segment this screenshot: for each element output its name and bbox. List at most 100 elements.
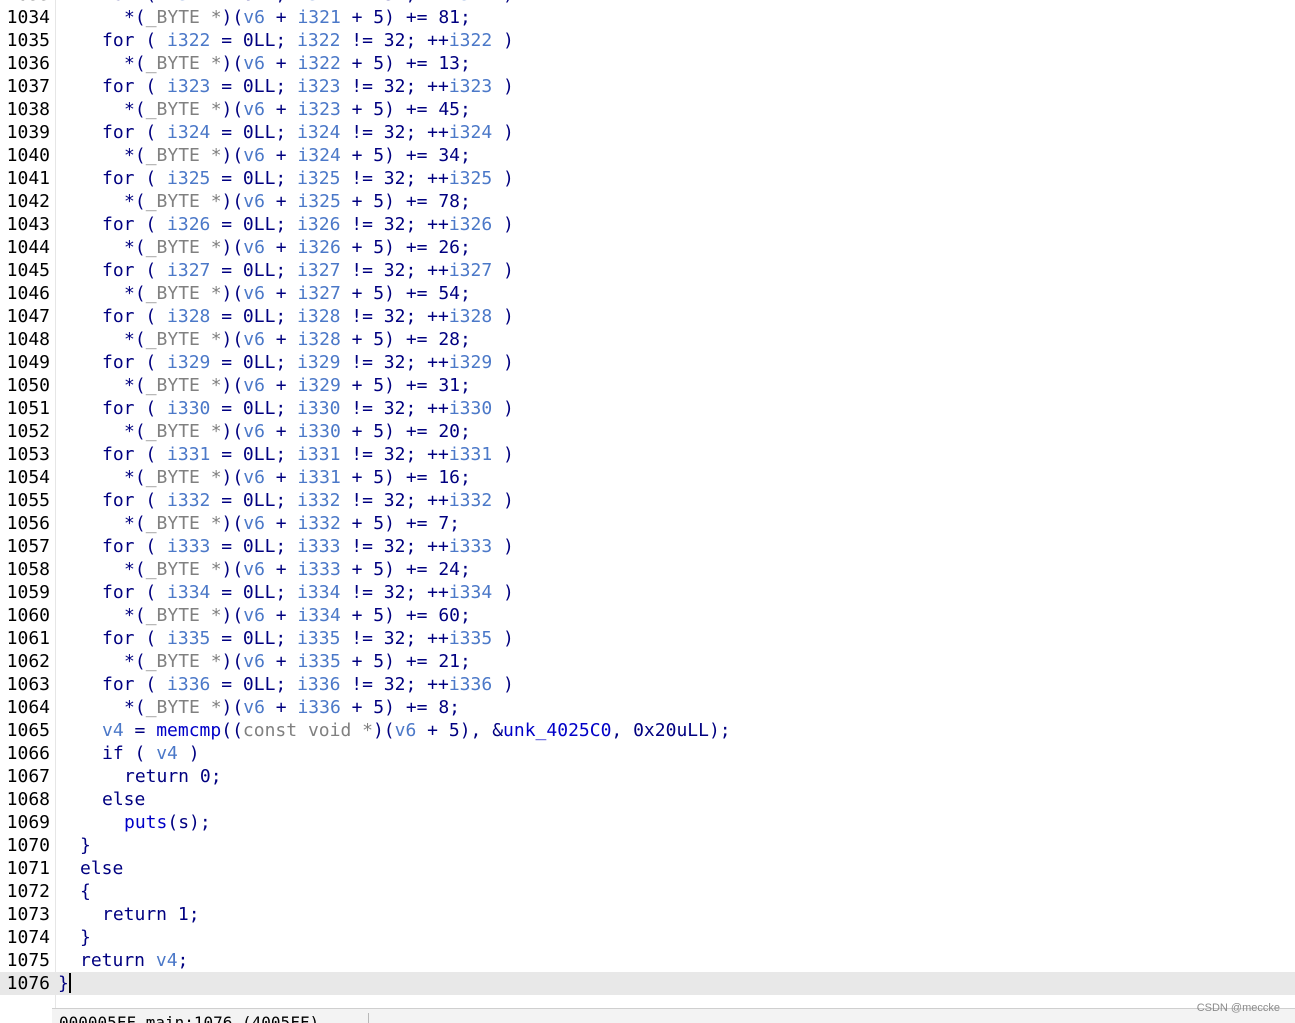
line-source[interactable]: *(_BYTE *)(v6 + i324 + 5) += 34; — [124, 144, 471, 167]
line-source[interactable]: *(_BYTE *)(v6 + i329 + 5) += 31; — [124, 374, 471, 397]
type-name[interactable]: _BYTE * — [146, 421, 222, 442]
type-name[interactable]: _BYTE * — [146, 53, 222, 74]
loop-variable[interactable]: i333 — [167, 536, 210, 557]
line-source[interactable]: *(_BYTE *)(v6 + i330 + 5) += 20; — [124, 420, 471, 443]
code-line[interactable]: 1067 return 0; — [0, 765, 1295, 788]
code-token[interactable]: + — [265, 421, 298, 442]
code-token[interactable]: = 0LL; — [210, 536, 297, 557]
loop-variable[interactable]: i325 — [297, 191, 340, 212]
code-text[interactable]: return 1; — [102, 904, 200, 925]
code-token[interactable]: + 5) += 26; — [341, 237, 471, 258]
type-name[interactable]: _BYTE * — [146, 375, 222, 396]
loop-variable[interactable]: i321 — [449, 0, 492, 5]
code-token[interactable]: + — [265, 237, 298, 258]
code-token[interactable]: *( — [124, 237, 146, 258]
function-memcmp[interactable]: memcmp — [156, 720, 221, 741]
keyword-for[interactable]: for ( — [102, 628, 167, 649]
loop-variable[interactable]: i334 — [297, 605, 340, 626]
loop-variable[interactable]: i328 — [167, 306, 210, 327]
code-line[interactable]: 1037 for ( i323 = 0LL; i323 != 32; ++i323… — [0, 75, 1295, 98]
variable-v6[interactable]: v6 — [243, 697, 265, 718]
loop-variable[interactable]: i326 — [297, 237, 340, 258]
variable-v6[interactable]: v6 — [243, 605, 265, 626]
code-token[interactable]: )( — [373, 720, 395, 741]
keyword-for[interactable]: for ( — [102, 490, 167, 511]
code-token[interactable]: )( — [222, 421, 244, 442]
code-token[interactable]: *( — [124, 53, 146, 74]
code-line[interactable]: 1041 for ( i325 = 0LL; i325 != 32; ++i325… — [0, 167, 1295, 190]
code-line[interactable]: 1058 *(_BYTE *)(v6 + i333 + 5) += 24; — [0, 558, 1295, 581]
line-source[interactable]: for ( i322 = 0LL; i322 != 32; ++i322 ) — [102, 29, 514, 52]
code-token[interactable]: = — [124, 720, 157, 741]
code-token[interactable]: != 32; ++ — [340, 674, 449, 695]
code-token[interactable]: )( — [222, 237, 244, 258]
keyword-for[interactable]: for ( — [102, 30, 167, 51]
code-token[interactable]: + — [265, 99, 298, 120]
loop-variable[interactable]: i325 — [167, 168, 210, 189]
variable-v6[interactable]: v6 — [243, 283, 265, 304]
line-source[interactable]: for ( i332 = 0LL; i332 != 32; ++i332 ) — [102, 489, 514, 512]
line-source[interactable]: } — [80, 926, 91, 949]
code-text[interactable]: else — [102, 789, 145, 810]
code-line[interactable]: 1052 *(_BYTE *)(v6 + i330 + 5) += 20; — [0, 420, 1295, 443]
code-line[interactable]: 1066 if ( v4 ) — [0, 742, 1295, 765]
code-token[interactable]: != 32; ++ — [340, 536, 449, 557]
code-token[interactable]: + — [265, 697, 298, 718]
loop-variable[interactable]: i322 — [297, 30, 340, 51]
code-line[interactable]: 1047 for ( i328 = 0LL; i328 != 32; ++i328… — [0, 305, 1295, 328]
loop-variable[interactable]: i331 — [297, 467, 340, 488]
variable-v6[interactable]: v6 — [243, 329, 265, 350]
loop-variable[interactable]: i336 — [297, 674, 340, 695]
type-name[interactable]: _BYTE * — [146, 329, 222, 350]
code-token[interactable]: ) — [492, 536, 514, 557]
loop-variable[interactable]: i328 — [297, 329, 340, 350]
code-token[interactable]: + — [265, 145, 298, 166]
code-token[interactable]: )( — [222, 7, 244, 28]
code-token[interactable]: *( — [124, 421, 146, 442]
code-token[interactable]: != 32; ++ — [340, 444, 449, 465]
line-source[interactable]: for ( i336 = 0LL; i336 != 32; ++i336 ) — [102, 673, 514, 696]
keyword-for[interactable]: for ( — [102, 306, 167, 327]
code-line[interactable]: 1045 for ( i327 = 0LL; i327 != 32; ++i327… — [0, 259, 1295, 282]
code-token[interactable]: + — [265, 651, 298, 672]
loop-variable[interactable]: i334 — [449, 582, 492, 603]
type-name[interactable]: _BYTE * — [146, 283, 222, 304]
loop-variable[interactable]: i322 — [167, 30, 210, 51]
loop-variable[interactable]: i325 — [449, 168, 492, 189]
loop-variable[interactable]: i326 — [297, 214, 340, 235]
code-token[interactable]: = 0LL; — [210, 76, 297, 97]
code-token[interactable]: = 0LL; — [210, 168, 297, 189]
loop-variable[interactable]: i333 — [297, 536, 340, 557]
line-source[interactable]: *(_BYTE *)(v6 + i325 + 5) += 78; — [124, 190, 471, 213]
loop-variable[interactable]: i322 — [449, 30, 492, 51]
code-token[interactable]: != 32; ++ — [340, 0, 449, 5]
type-name[interactable]: _BYTE * — [146, 99, 222, 120]
loop-variable[interactable]: i331 — [167, 444, 210, 465]
code-token[interactable]: = 0LL; — [210, 214, 297, 235]
code-line[interactable]: 1065 v4 = memcmp((const void *)(v6 + 5), … — [0, 719, 1295, 742]
line-source[interactable]: for ( i327 = 0LL; i327 != 32; ++i327 ) — [102, 259, 514, 282]
loop-variable[interactable]: i327 — [449, 260, 492, 281]
code-line[interactable]: 1042 *(_BYTE *)(v6 + i325 + 5) += 78; — [0, 190, 1295, 213]
type-name[interactable]: const void * — [243, 720, 373, 741]
code-line[interactable]: 1051 for ( i330 = 0LL; i330 != 32; ++i330… — [0, 397, 1295, 420]
loop-variable[interactable]: i336 — [167, 674, 210, 695]
type-name[interactable]: _BYTE * — [146, 191, 222, 212]
code-token[interactable]: = 0LL; — [210, 582, 297, 603]
line-source[interactable]: return 1; — [102, 903, 200, 926]
loop-variable[interactable]: i330 — [297, 398, 340, 419]
keyword-for[interactable]: for ( — [102, 582, 167, 603]
code-token[interactable]: , 0x20uLL); — [611, 720, 730, 741]
line-source[interactable]: for ( i331 = 0LL; i331 != 32; ++i331 ) — [102, 443, 514, 466]
keyword-for[interactable]: for ( — [102, 352, 167, 373]
code-line[interactable]: 1050 *(_BYTE *)(v6 + i329 + 5) += 31; — [0, 374, 1295, 397]
line-source[interactable]: for ( i330 = 0LL; i330 != 32; ++i330 ) — [102, 397, 514, 420]
type-name[interactable]: _BYTE * — [146, 605, 222, 626]
code-token[interactable]: = 0LL; — [210, 674, 297, 695]
code-token[interactable]: != 32; ++ — [340, 398, 449, 419]
code-token[interactable]: != 32; ++ — [340, 168, 449, 189]
code-line[interactable]: 1070} — [0, 834, 1295, 857]
loop-variable[interactable]: i321 — [297, 7, 340, 28]
type-name[interactable]: _BYTE * — [146, 513, 222, 534]
line-source[interactable]: *(_BYTE *)(v6 + i321 + 5) += 81; — [124, 6, 471, 29]
